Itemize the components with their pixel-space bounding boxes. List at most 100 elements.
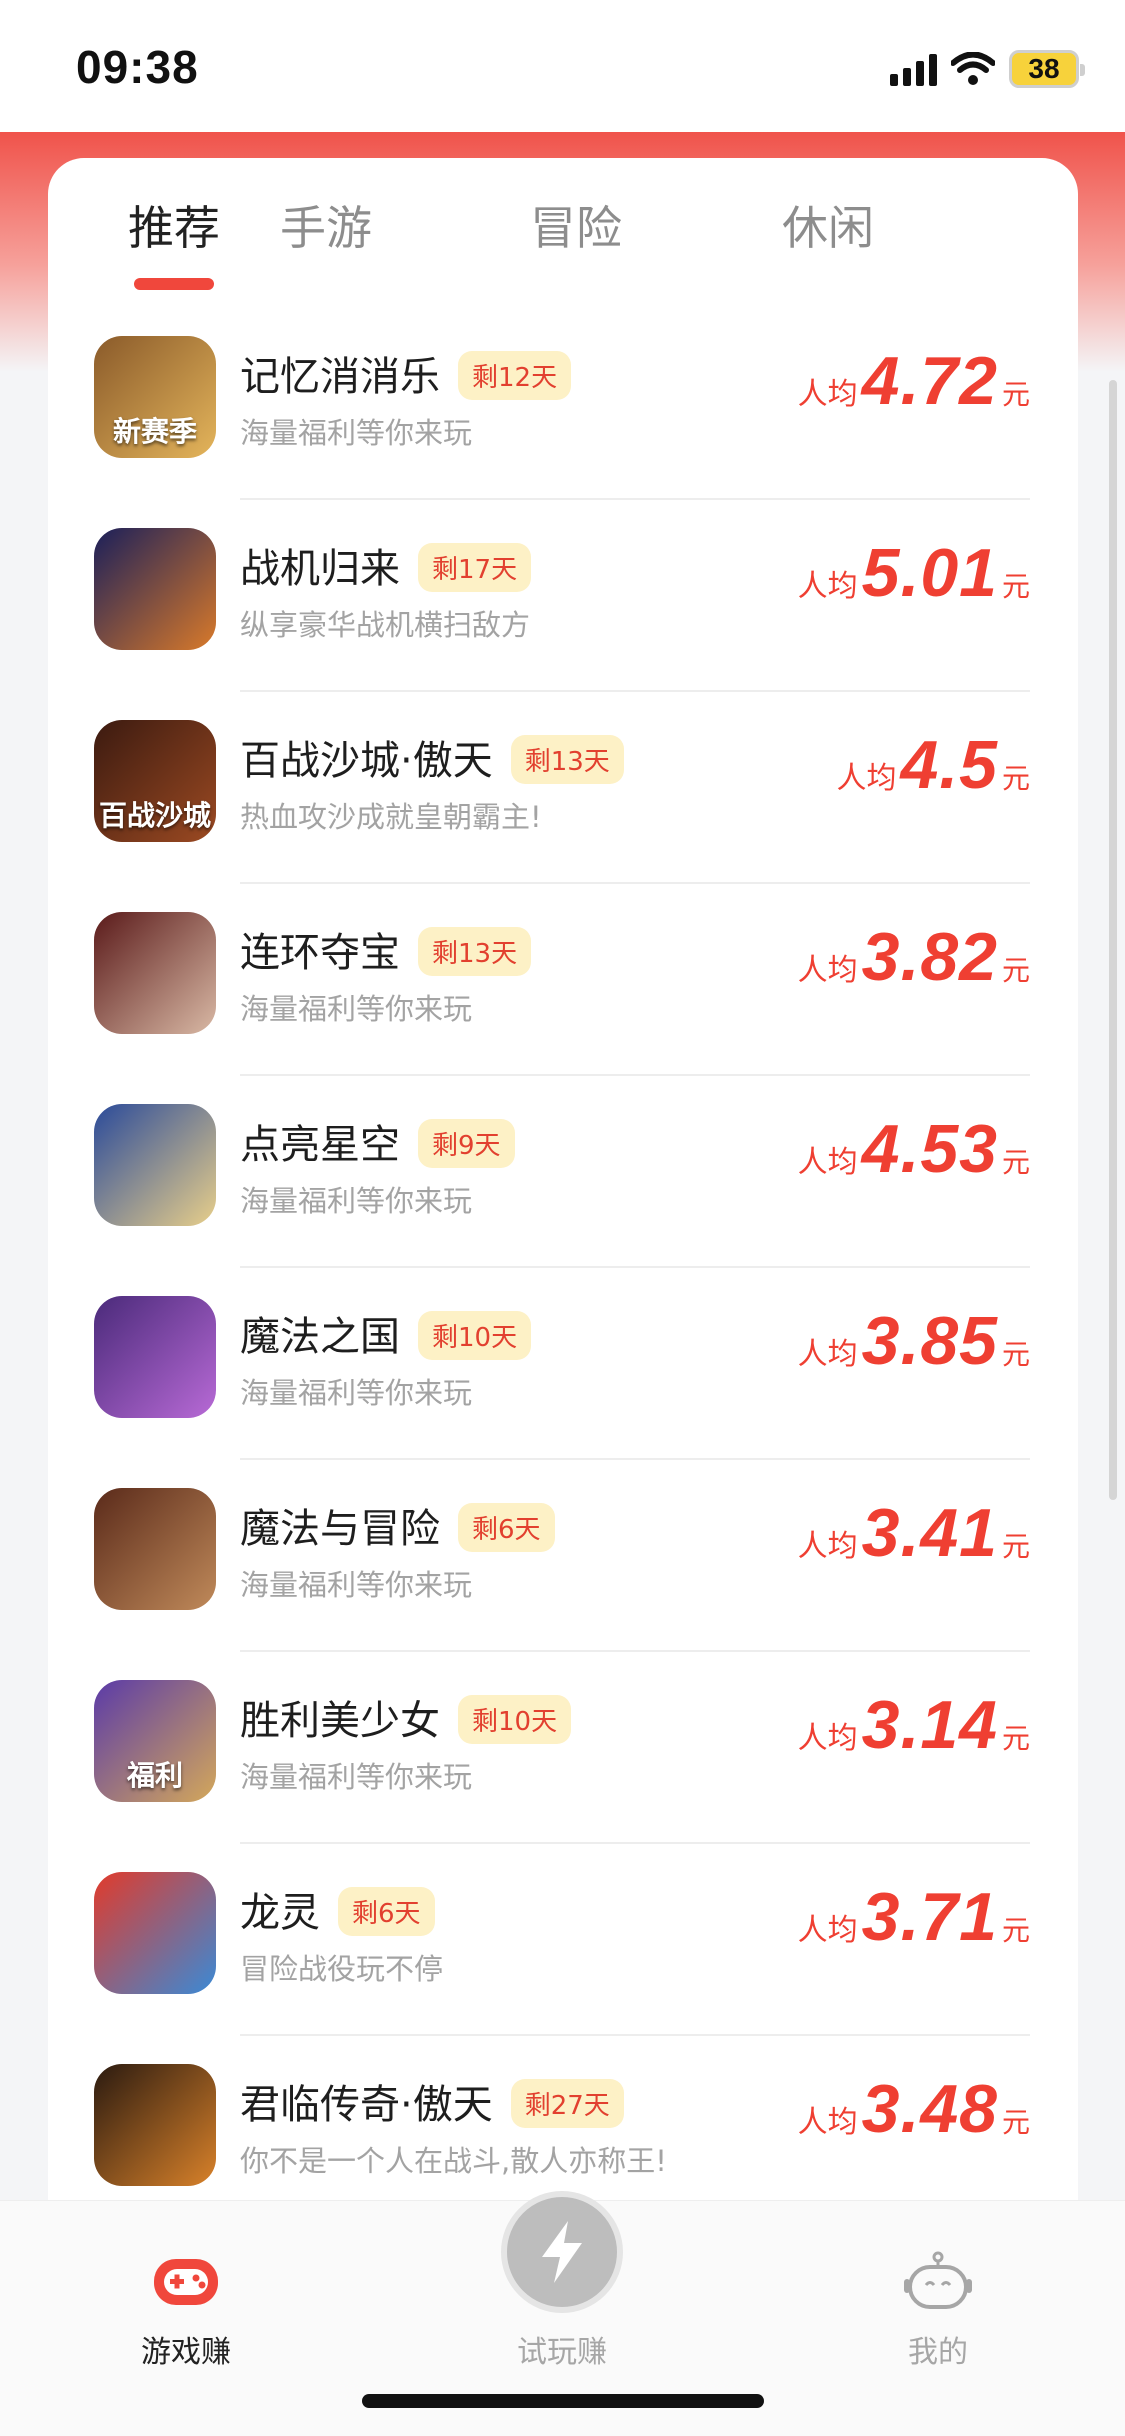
reward-prefix: 人均 — [836, 761, 897, 796]
days-remaining-badge: 剩10天 — [418, 1310, 532, 1360]
days-remaining-badge: 剩6天 — [458, 1502, 555, 1552]
reward-amount: 5.01 — [861, 535, 998, 611]
robot-icon — [904, 2251, 972, 2309]
average-reward: 人均 3.82 元 — [798, 918, 1030, 996]
game-description: 热血攻沙成就皇朝霸主! — [240, 800, 542, 834]
game-row[interactable]: 百战沙城 百战沙城·傲天 剩13天 热血攻沙成就皇朝霸主! 人均 4.5 元 — [48, 692, 1078, 884]
game-name: 点亮星空 — [240, 1122, 400, 1168]
game-row[interactable]: 福利 胜利美少女 剩10天海量福利等你来玩 人均 3.14 元 — [48, 1652, 1078, 1844]
days-remaining-badge: 剩10天 — [458, 1694, 572, 1744]
game-title-line: 百战沙城·傲天 剩13天 — [240, 728, 624, 788]
game-title-line: 战机归来 剩17天 — [240, 536, 532, 596]
game-row[interactable]: 连环夺宝 剩13天海量福利等你来玩 人均 3.82 元 — [48, 884, 1078, 1076]
game-title-line: 魔法与冒险 剩6天 — [240, 1496, 555, 1556]
nav-label-mine: 我的 — [908, 2335, 968, 2370]
home-indicator[interactable] — [362, 2394, 764, 2408]
reward-prefix: 人均 — [797, 2105, 858, 2140]
game-title-line: 连环夺宝 剩13天 — [240, 920, 532, 980]
reward-prefix: 人均 — [797, 1337, 858, 1372]
game-description: 你不是一个人在战斗,散人亦称王! — [240, 2144, 667, 2178]
nav-trial-earn[interactable]: 试玩赚 — [462, 2191, 662, 2370]
game-description: 海量福利等你来玩 — [240, 1760, 473, 1794]
game-app-icon[interactable] — [94, 528, 216, 650]
game-app-icon[interactable] — [94, 1296, 216, 1418]
game-app-icon[interactable] — [94, 912, 216, 1034]
reward-prefix: 人均 — [797, 569, 858, 604]
game-app-icon[interactable] — [94, 2064, 216, 2186]
tab-adventure[interactable]: 冒险 — [496, 192, 656, 258]
game-title-line: 记忆消消乐 剩12天 — [240, 344, 572, 404]
reward-amount: 3.85 — [861, 1303, 998, 1379]
category-tabs: 推荐 手游 冒险 休闲 — [48, 158, 1078, 308]
game-name: 君临传奇·傲天 — [240, 2082, 493, 2128]
game-icon-caption: 福利 — [126, 1759, 183, 1792]
reward-prefix: 人均 — [797, 1913, 858, 1948]
days-remaining-badge: 剩9天 — [418, 1118, 515, 1168]
game-app-icon[interactable]: 百战沙城 — [94, 720, 216, 842]
nav-mine[interactable]: 我的 — [838, 2201, 1038, 2370]
game-app-icon[interactable] — [94, 1488, 216, 1610]
game-list: 新赛季 记忆消消乐 剩12天海量福利等你来玩 人均 4.72 元战机归来 剩17天纵享豪华战… — [48, 308, 1078, 2218]
game-row[interactable]: 新赛季 记忆消消乐 剩12天海量福利等你来玩 人均 4.72 元 — [48, 308, 1078, 500]
game-row[interactable]: 点亮星空 剩9天 海量福利等你来玩 人均 4.53 元 — [48, 1076, 1078, 1268]
game-title-line: 君临传奇·傲天 剩27天 — [240, 2072, 624, 2132]
nav-label-game-earn: 游戏赚 — [141, 2335, 231, 2370]
game-name: 龙灵 — [240, 1890, 320, 1936]
game-app-icon[interactable]: 福利 — [94, 1680, 216, 1802]
game-description: 海量福利等你来玩 — [240, 992, 473, 1026]
game-row[interactable]: 战机归来 剩17天纵享豪华战机横扫敌方 人均 5.01 元 — [48, 500, 1078, 692]
game-description: 海量福利等你来玩 — [240, 416, 473, 450]
game-description: 纵享豪华战机横扫敌方 — [240, 608, 531, 642]
game-title-line: 胜利美少女 剩10天 — [240, 1688, 572, 1748]
trial-earn-button[interactable] — [501, 2191, 623, 2313]
average-reward: 人均 4.72 元 — [798, 342, 1030, 420]
game-title-line: 点亮星空 剩9天 — [240, 1112, 515, 1172]
gamepad-icon — [154, 2259, 218, 2305]
status-time: 09:38 — [76, 41, 199, 93]
game-app-icon[interactable] — [94, 1104, 216, 1226]
average-reward: 人均 3.14 元 — [798, 1686, 1030, 1764]
game-app-icon[interactable] — [94, 1872, 216, 1994]
days-remaining-badge: 剩13天 — [418, 926, 532, 976]
average-reward: 人均 3.71 元 — [798, 1878, 1030, 1956]
game-title-line: 魔法之国 剩10天 — [240, 1304, 532, 1364]
tab-active-indicator — [134, 278, 214, 290]
scrollbar[interactable] — [1109, 380, 1117, 1500]
reward-unit: 元 — [1001, 570, 1030, 603]
status-bar: 09:38 38 — [0, 0, 1125, 132]
tab-recommended[interactable]: 推荐 — [94, 192, 254, 258]
tab-mobile-games[interactable]: 手游 — [246, 192, 406, 258]
reward-amount: 4.53 — [861, 1111, 998, 1187]
game-name: 胜利美少女 — [240, 1698, 440, 1744]
nav-game-earn[interactable]: 游戏赚 — [86, 2201, 286, 2370]
reward-amount: 3.41 — [861, 1495, 998, 1571]
game-row[interactable]: 龙灵 剩6天 冒险战役玩不停 人均 3.71 元 — [48, 1844, 1078, 2036]
days-remaining-badge: 剩6天 — [338, 1886, 435, 1936]
days-remaining-badge: 剩17天 — [418, 542, 532, 592]
average-reward: 人均 3.41 元 — [798, 1494, 1030, 1572]
game-name: 记忆消消乐 — [240, 354, 440, 400]
average-reward: 人均 5.01 元 — [798, 534, 1030, 612]
reward-prefix: 人均 — [797, 377, 858, 412]
average-reward: 人均 3.85 元 — [798, 1302, 1030, 1380]
game-name: 魔法与冒险 — [240, 1506, 440, 1552]
reward-prefix: 人均 — [797, 1721, 858, 1756]
game-title-line: 龙灵 剩6天 — [240, 1880, 435, 1940]
lightning-icon — [542, 2221, 582, 2283]
battery-level: 38 — [1028, 53, 1060, 84]
reward-unit: 元 — [1001, 762, 1030, 795]
reward-amount: 3.71 — [861, 1879, 998, 1955]
tab-casual[interactable]: 休闲 — [748, 192, 908, 258]
reward-unit: 元 — [1001, 954, 1030, 987]
reward-amount: 3.82 — [861, 919, 998, 995]
reward-unit: 元 — [1001, 1530, 1030, 1563]
game-row[interactable]: 魔法与冒险 剩6天海量福利等你来玩 人均 3.41 元 — [48, 1460, 1078, 1652]
game-description: 海量福利等你来玩 — [240, 1568, 473, 1602]
reward-unit: 元 — [1001, 1722, 1030, 1755]
game-app-icon[interactable]: 新赛季 — [94, 336, 216, 458]
cellular-signal-icon — [890, 52, 937, 86]
game-row[interactable]: 魔法之国 剩10天 海量福利等你来玩 人均 3.85 元 — [48, 1268, 1078, 1460]
game-description: 海量福利等你来玩 — [240, 1184, 473, 1218]
battery-icon: 38 — [1009, 50, 1085, 88]
days-remaining-badge: 剩13天 — [510, 734, 624, 784]
